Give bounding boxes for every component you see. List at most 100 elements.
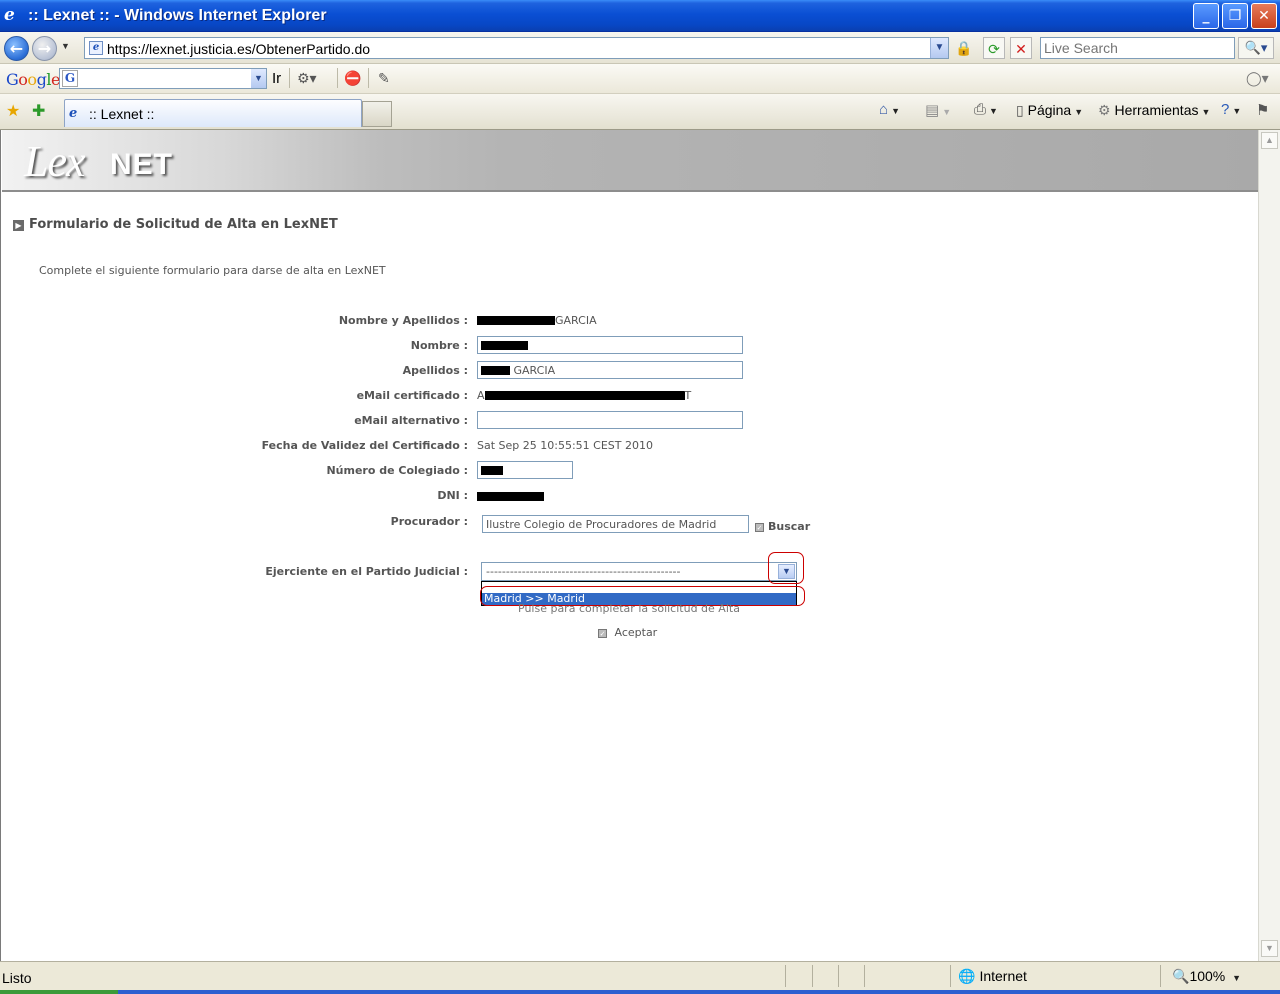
forward-button[interactable]: → (32, 36, 57, 61)
toolbar-separator (289, 68, 290, 88)
lexnet-banner: Lex NET (2, 130, 1258, 192)
status-divider (1160, 965, 1161, 987)
highlight-pen-icon[interactable]: ✎ (378, 70, 390, 87)
form-intro: Complete el siguiente formulario para da… (39, 264, 386, 277)
redacted-block (481, 366, 510, 375)
page-content: Lex NET ▶ Formulario de Solicitud de Alta… (0, 130, 1258, 961)
highlight-ring-dropdown-button (768, 552, 804, 584)
tab-title: :: Lexnet :: (89, 106, 155, 122)
stop-button[interactable]: ✕ (1010, 37, 1032, 59)
settings-gears-icon[interactable]: ⚙▾ (297, 70, 317, 87)
start-button-edge[interactable] (0, 990, 118, 994)
google-logo: Google (6, 70, 60, 89)
partido-judicial-select[interactable]: ----------------------------------------… (481, 562, 797, 581)
google-search-dropdown-icon[interactable]: ▼ (251, 69, 266, 88)
feeds-icon[interactable]: ▤ ▼ (925, 101, 951, 119)
redacted-block (484, 391, 685, 400)
redacted-block (477, 492, 544, 501)
email-certificado-label: eMail certificado : (356, 389, 468, 402)
refresh-button[interactable]: ⟳ (983, 37, 1005, 59)
google-g-icon[interactable]: G (62, 70, 78, 87)
status-text: Listo (2, 970, 32, 986)
taskbar-strip (0, 990, 1280, 994)
new-tab-button[interactable] (362, 101, 392, 127)
page-icon: e (89, 41, 103, 55)
partido-judicial-selected: ----------------------------------------… (486, 565, 681, 578)
recent-pages-dropdown-icon[interactable]: ▼ (61, 41, 70, 51)
status-divider (838, 965, 839, 987)
redacted-block (481, 341, 528, 350)
favorites-star-icon[interactable]: ★ (6, 101, 20, 121)
aceptar-icon: ✓ (598, 629, 607, 638)
apellidos-field[interactable]: GARCIA (477, 361, 743, 379)
google-search-box[interactable]: G ▼ (59, 68, 267, 89)
vertical-scrollbar[interactable]: ▲ ▼ (1258, 130, 1280, 961)
redacted-block (477, 316, 555, 325)
aceptar-button[interactable]: ✓ Aceptar (598, 626, 657, 639)
partido-judicial-label: Ejerciente en el Partido Judicial : (265, 565, 468, 578)
close-button[interactable]: ✕ (1251, 3, 1277, 29)
status-divider (812, 965, 813, 987)
home-icon[interactable]: ⌂ ▼ (879, 101, 900, 118)
status-divider (785, 965, 786, 987)
toolbar-separator (368, 68, 369, 88)
page-menu[interactable]: ▯ Página ▼ (1016, 102, 1083, 119)
apellidos-label: Apellidos : (402, 364, 468, 377)
minimize-button[interactable]: _ (1193, 3, 1219, 29)
help-icon[interactable]: ? ▼ (1221, 101, 1241, 118)
procurador-label: Procurador : (390, 515, 468, 528)
tab-page-icon: e (69, 106, 78, 121)
ie-logo-icon: e (4, 5, 15, 25)
security-zone[interactable]: 🌐 Internet (958, 968, 1027, 985)
fecha-validez-label: Fecha de Validez del Certificado : (261, 439, 468, 452)
dni-label: DNI : (437, 489, 468, 502)
buscar-button[interactable]: ✓ Buscar (755, 520, 810, 533)
lexnet-logo-net: NET (110, 148, 173, 181)
scroll-up-arrow-icon[interactable]: ▲ (1261, 132, 1278, 149)
zoom-icon: 🔍 (1172, 968, 1190, 984)
nombre-label: Nombre : (410, 339, 468, 352)
address-bar[interactable]: e https://lexnet.justicia.es/ObtenerPart… (84, 37, 949, 59)
status-divider (950, 965, 951, 987)
dni-value (477, 490, 544, 503)
live-search-input[interactable] (1041, 38, 1234, 58)
address-dropdown-icon[interactable]: ▼ (930, 38, 948, 58)
url-text[interactable]: https://lexnet.justicia.es/ObtenerPartid… (107, 41, 370, 57)
toolbar-separator (337, 68, 338, 88)
status-divider (864, 965, 865, 987)
popup-blocker-icon[interactable]: ⛔ (344, 70, 361, 87)
email-alternativo-label: eMail alternativo : (354, 414, 468, 427)
search-button[interactable]: 🔍▾ (1238, 37, 1274, 59)
nombre-apellidos-value: GARCIA (477, 314, 597, 327)
numero-colegiado-field[interactable] (477, 461, 573, 479)
scroll-down-arrow-icon[interactable]: ▼ (1261, 940, 1278, 957)
window-titlebar: e :: Lexnet :: - Windows Internet Explor… (0, 0, 1280, 32)
redacted-block (481, 466, 503, 475)
arrow-bullet-icon: ▶ (13, 220, 24, 231)
fecha-validez-value: Sat Sep 25 10:55:51 CEST 2010 (477, 439, 653, 452)
lexnet-logo-lex: Lex (24, 137, 86, 186)
tools-menu[interactable]: ⚙ Herramientas ▼ (1098, 102, 1210, 119)
tab-lexnet[interactable]: e :: Lexnet :: (64, 99, 362, 127)
window-title: :: Lexnet :: - Windows Internet Explorer (28, 7, 327, 24)
lock-icon[interactable]: 🔒 (953, 37, 975, 59)
add-favorite-icon[interactable]: ✚ (32, 101, 45, 121)
submit-hint: Pulse para completar la solicitud de Alt… (518, 602, 740, 615)
research-icon[interactable]: ⚑ (1256, 101, 1269, 119)
buscar-icon: ✓ (755, 523, 764, 532)
live-search-box[interactable] (1040, 37, 1235, 59)
print-icon[interactable]: ⎙ ▼ (974, 101, 998, 118)
procurador-field[interactable]: Ilustre Colegio de Procuradores de Madri… (482, 515, 749, 533)
form-title: ▶ Formulario de Solicitud de Alta en LexN… (13, 217, 338, 232)
back-button[interactable]: ← (4, 36, 29, 61)
email-certificado-value: AT (477, 389, 692, 402)
options-circle-icon[interactable]: ◯▾ (1246, 70, 1269, 87)
zoom-control[interactable]: 🔍100% ▼ (1172, 968, 1241, 985)
numero-colegiado-label: Número de Colegiado : (326, 464, 468, 477)
nombre-apellidos-label: Nombre y Apellidos : (338, 314, 468, 327)
nombre-field[interactable] (477, 336, 743, 354)
google-go-button[interactable]: Ir (272, 70, 281, 87)
email-alternativo-field[interactable] (477, 411, 743, 429)
maximize-button[interactable]: ❐ (1222, 3, 1248, 29)
globe-icon: 🌐 (958, 968, 976, 984)
